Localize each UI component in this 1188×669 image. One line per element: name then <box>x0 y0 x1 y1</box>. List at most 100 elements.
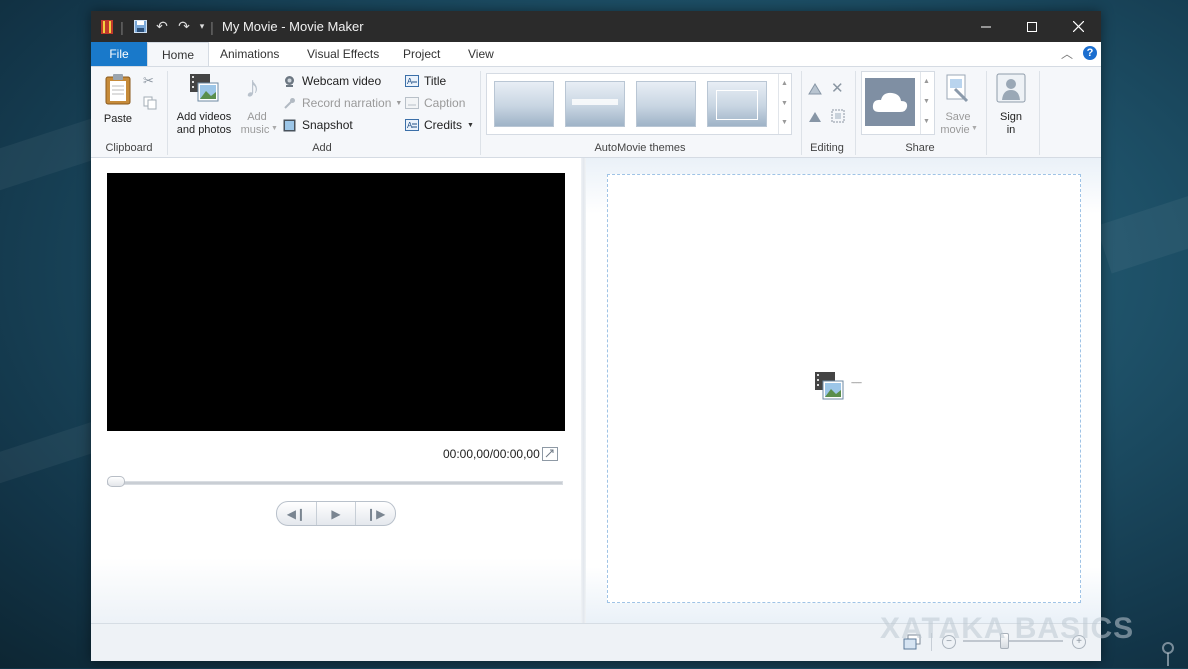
ribbon-home: Paste ✂ Clipboard Add videos and photos … <box>91 66 1101 158</box>
group-separator <box>1039 71 1040 155</box>
gallery-scroll-down-icon[interactable]: ▼ <box>781 100 788 107</box>
timecode: 00:00,00/00:00,00 <box>443 447 540 461</box>
gallery-scroll-up-icon[interactable]: ▲ <box>781 80 788 87</box>
watermark-pin-icon <box>1160 642 1176 666</box>
preview-pane-bg <box>91 558 581 623</box>
customize-qat-icon[interactable]: ▾ <box>196 18 208 35</box>
video-preview[interactable] <box>107 173 565 431</box>
tab-visual-effects[interactable]: Visual Effects <box>307 42 379 66</box>
play-button[interactable]: ▶ <box>317 502 357 525</box>
qat-separator: | <box>120 18 124 35</box>
group-separator <box>986 71 987 155</box>
add-videos-line2: and photos <box>176 124 232 136</box>
collapse-ribbon-icon[interactable]: ︿ <box>1061 45 1073 62</box>
help-icon[interactable]: ? <box>1083 46 1097 60</box>
title-bar: | ↶ ↷ ▾ | My Movie - Movie Maker <box>91 11 1101 42</box>
split-preview-icon[interactable] <box>542 447 558 461</box>
desktop-streak <box>1096 176 1188 274</box>
sign-in-line2: in <box>1006 124 1016 136</box>
theme-thumbnail[interactable] <box>494 81 554 127</box>
automovie-themes-gallery: ▲ ▼ ▼ <box>486 73 792 135</box>
theme-thumbnail[interactable] <box>636 81 696 127</box>
webcam-icon <box>283 75 297 88</box>
film-photo-icon <box>190 74 219 102</box>
webcam-video-button[interactable]: Webcam video <box>283 72 381 90</box>
theme-thumbnail[interactable] <box>565 81 625 127</box>
themes-gallery-scroll[interactable]: ▲ ▼ ▼ <box>778 74 791 134</box>
cut-icon[interactable]: ✂ <box>143 73 157 88</box>
redo-icon[interactable]: ↷ <box>175 18 193 35</box>
tab-project[interactable]: Project <box>403 42 440 66</box>
add-music-button[interactable]: ♪ Add music ▼ <box>237 71 278 137</box>
watermark: XATAKA BASICS <box>880 612 1135 645</box>
microphone-icon <box>283 97 297 110</box>
close-button[interactable] <box>1055 11 1101 42</box>
record-narration-button[interactable]: Record narration ▼ <box>283 94 402 112</box>
sign-in-line1: Sign <box>999 111 1023 123</box>
save-movie-icon <box>946 74 969 103</box>
gallery-more-icon[interactable]: ▼ <box>781 119 788 126</box>
add-group-label: Add <box>312 142 332 154</box>
credits-label: Credits <box>424 118 463 132</box>
seek-bar[interactable] <box>107 481 563 485</box>
snapshot-icon <box>283 119 297 132</box>
save-movie-button[interactable]: Save movie ▼ <box>937 71 979 137</box>
tab-home[interactable]: Home <box>147 42 210 66</box>
save-movie-line2: movie <box>940 124 970 136</box>
credits-button[interactable]: A Credits ▼ <box>405 116 474 134</box>
next-frame-button[interactable]: ❙▶ <box>356 502 395 525</box>
onedrive-share-button[interactable] <box>865 78 915 126</box>
share-scroll-up-icon[interactable]: ▲ <box>923 78 930 85</box>
storyboard-drop-area[interactable]: ------ <box>607 174 1081 603</box>
theme-thumbnail[interactable] <box>707 81 767 127</box>
share-scroll-down-icon[interactable]: ▼ <box>923 98 930 105</box>
remove-icon[interactable]: ✕ <box>831 79 844 97</box>
ribbon-tab-row: File Home Animations Visual Effects Proj… <box>91 42 1101 66</box>
undo-icon[interactable]: ↶ <box>153 18 171 35</box>
storyboard-placeholder: ------ <box>851 378 862 387</box>
previous-frame-button[interactable]: ◀❙ <box>277 502 317 525</box>
credits-icon: A <box>405 118 419 132</box>
snapshot-button[interactable]: Snapshot <box>283 116 353 134</box>
paste-button[interactable]: Paste <box>97 71 139 127</box>
playback-controls: ◀❙ ▶ ❙▶ <box>276 501 396 526</box>
save-icon[interactable] <box>131 18 149 35</box>
maximize-button[interactable] <box>1009 11 1055 42</box>
add-music-dropdown-icon: ▼ <box>271 125 278 132</box>
minimize-button[interactable] <box>963 11 1009 42</box>
save-movie-line1: Save <box>945 111 971 123</box>
share-more-icon[interactable]: ▼ <box>923 118 930 125</box>
webcam-video-label: Webcam video <box>302 74 382 88</box>
sign-in-button[interactable]: Sign in <box>991 71 1031 137</box>
tab-animations[interactable]: Animations <box>220 42 279 66</box>
app-icon[interactable] <box>99 18 115 35</box>
caption-button[interactable]: Caption <box>405 94 465 112</box>
caption-label: Caption <box>424 96 466 110</box>
tab-file[interactable]: File <box>91 42 147 66</box>
add-videos-photos-button[interactable]: Add videos and photos <box>173 71 235 137</box>
title-icon: A <box>405 74 419 88</box>
record-narration-label: Record narration <box>302 96 392 110</box>
qat-separator: | <box>210 18 214 35</box>
copy-icon[interactable] <box>143 96 157 110</box>
title-label: Title <box>424 74 447 88</box>
user-icon <box>996 73 1026 103</box>
credits-dropdown-icon: ▼ <box>467 121 474 129</box>
share-scroll[interactable]: ▲ ▼ ▼ <box>920 72 934 134</box>
share-group-label: Share <box>905 142 935 154</box>
rotate-right-icon[interactable] <box>807 109 823 125</box>
share-gallery: ▲ ▼ ▼ <box>861 71 935 135</box>
theme-bar <box>572 99 618 105</box>
caption-icon <box>405 96 419 110</box>
add-media-icon <box>815 372 844 400</box>
title-button[interactable]: A Title <box>405 72 446 90</box>
seek-thumb[interactable] <box>107 476 125 487</box>
select-all-icon[interactable] <box>831 109 845 123</box>
rotate-left-icon[interactable] <box>807 81 823 97</box>
music-note-icon: ♪ <box>245 71 260 104</box>
automovie-themes-group-label: AutoMovie themes <box>594 142 686 154</box>
add-music-line2: music <box>240 124 270 136</box>
window-title: My Movie - Movie Maker <box>222 19 364 34</box>
main-content: 00:00,00/00:00,00 ◀❙ ▶ ❙▶ ------ − + <box>91 158 1101 661</box>
tab-view[interactable]: View <box>468 42 494 66</box>
